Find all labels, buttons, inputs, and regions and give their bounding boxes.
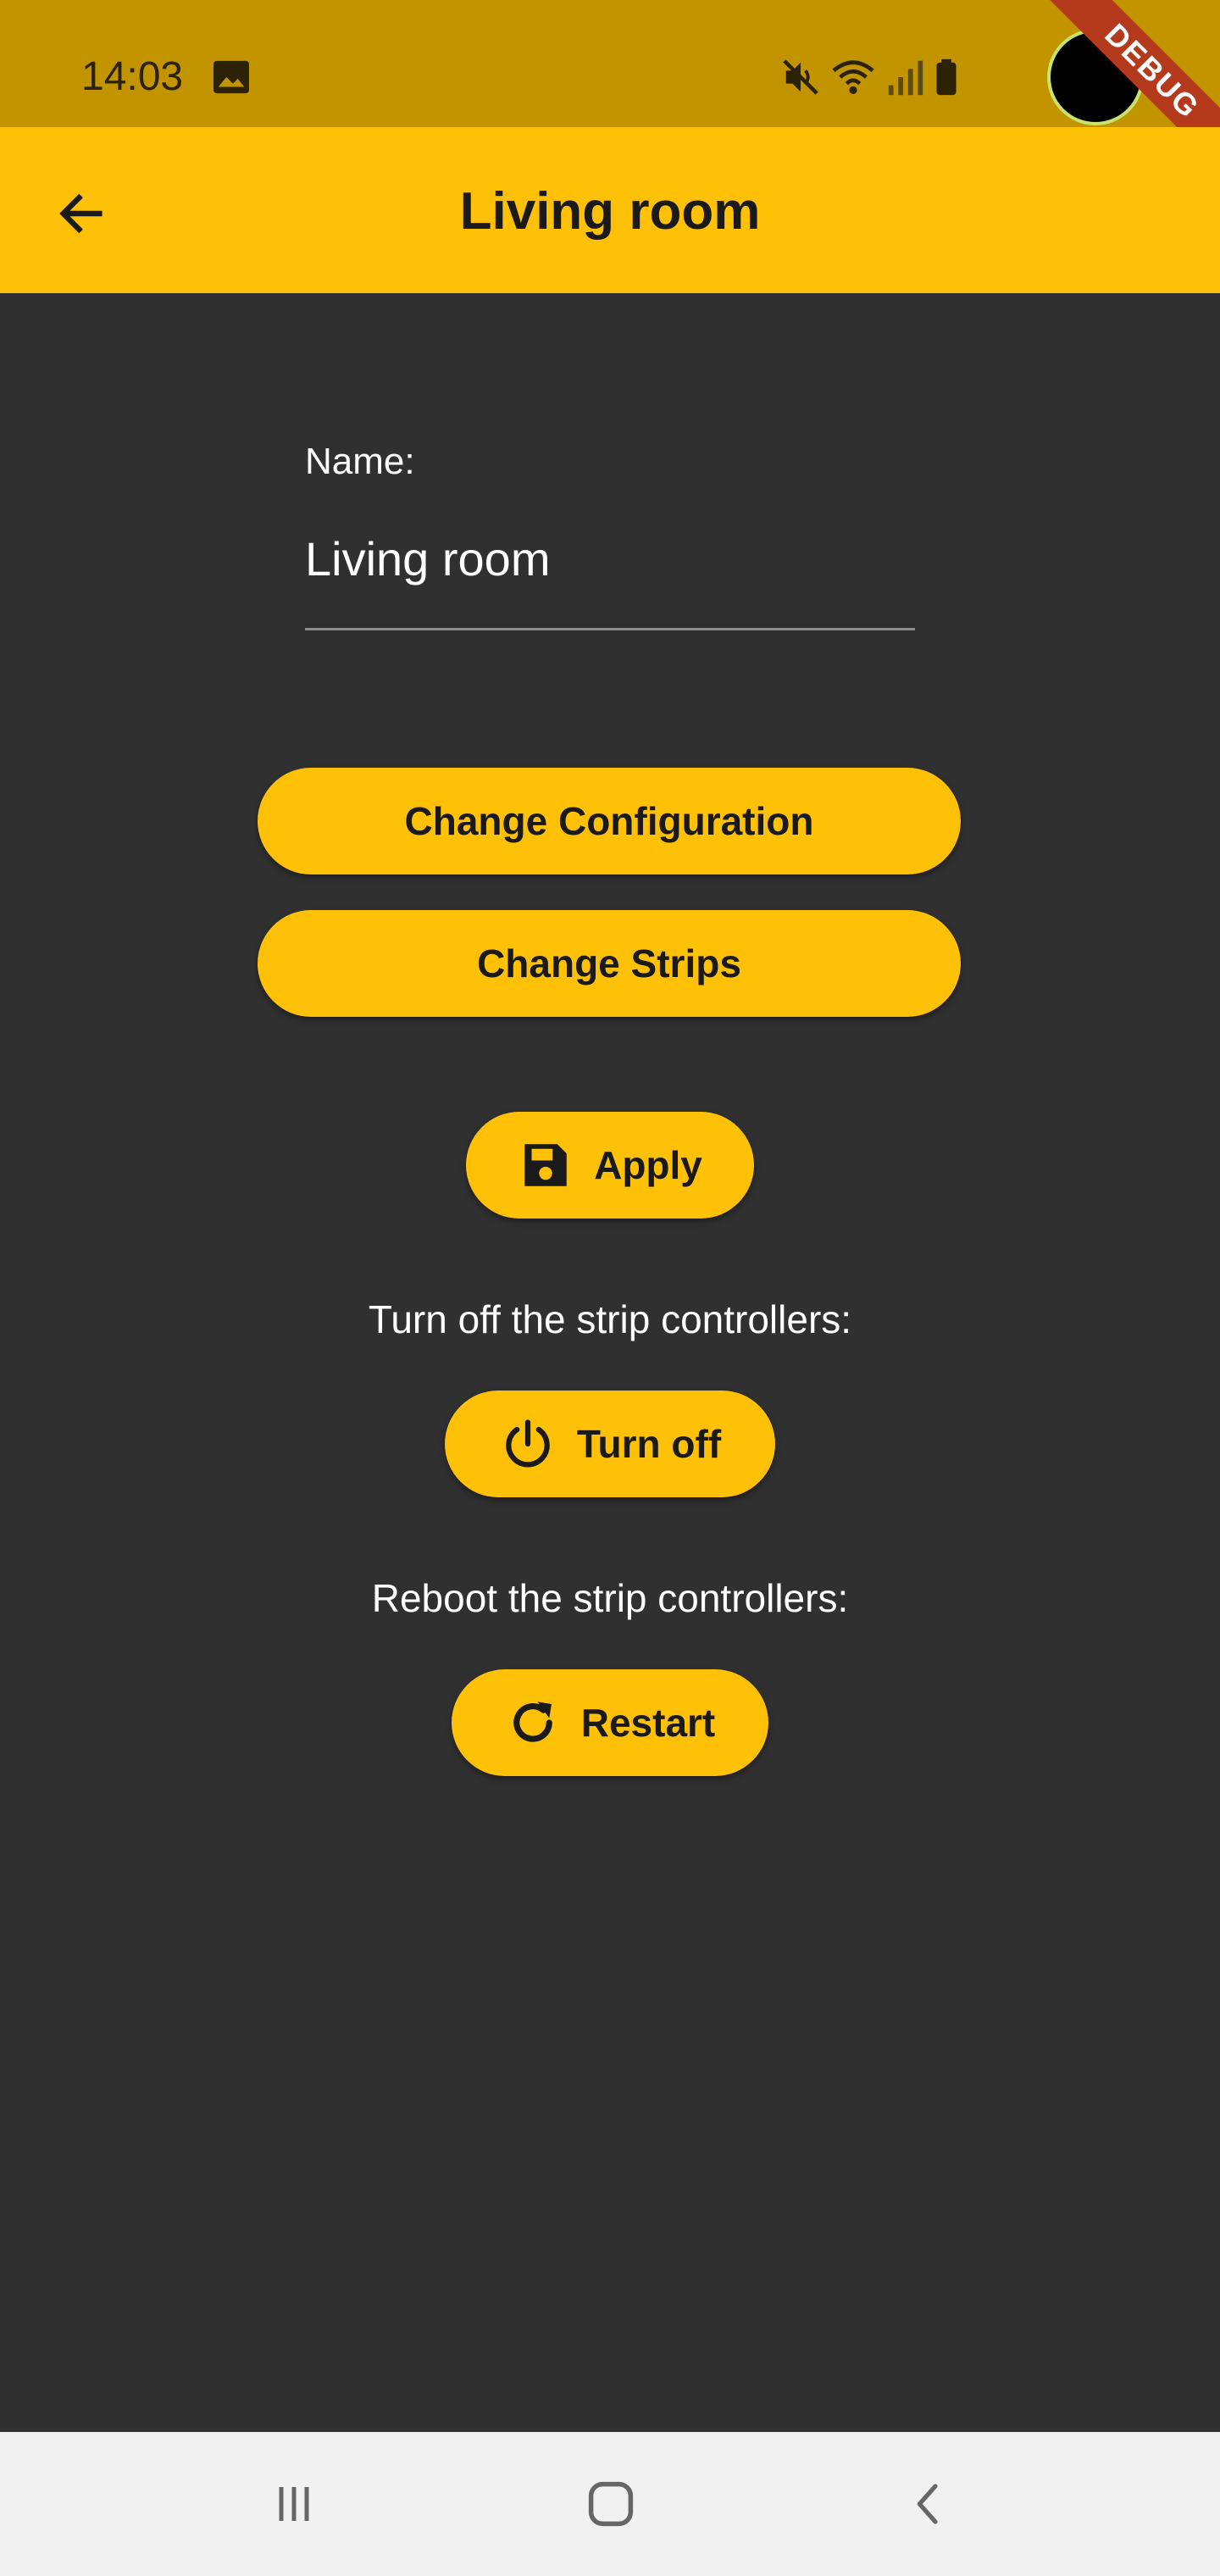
wifi-icon	[832, 60, 874, 94]
page-title: Living room	[459, 182, 761, 241]
turn-off-button[interactable]: Turn off	[445, 1391, 775, 1497]
app-bar: Living room	[0, 127, 1220, 293]
nav-back-button[interactable]	[891, 2466, 968, 2542]
save-icon	[518, 1137, 574, 1193]
change-configuration-button[interactable]: Change Configuration	[258, 768, 961, 874]
system-nav-bar	[0, 2432, 1220, 2576]
apply-label: Apply	[594, 1143, 702, 1187]
back-icon	[917, 2484, 938, 2524]
recent-apps-button[interactable]	[256, 2466, 332, 2542]
change-strips-label: Change Strips	[477, 941, 741, 985]
reboot-caption: Reboot the strip controllers:	[371, 1576, 849, 1620]
power-icon	[499, 1415, 557, 1473]
status-icons	[781, 56, 959, 98]
mute-icon	[783, 59, 818, 95]
change-strips-button[interactable]: Change Strips	[258, 910, 961, 1017]
name-label: Name:	[305, 441, 415, 482]
status-bar: 14:03 DEBUG	[0, 0, 1220, 183]
status-time: 14:03	[81, 54, 184, 99]
turn-off-caption: Turn off the strip controllers:	[368, 1297, 852, 1341]
refresh-icon	[505, 1695, 561, 1751]
name-field[interactable]: Living room	[305, 525, 915, 630]
signal-icon	[888, 60, 923, 96]
battery-icon	[936, 58, 957, 96]
image-icon	[214, 60, 249, 94]
change-configuration-label: Change Configuration	[404, 799, 814, 843]
home-icon	[588, 2481, 634, 2527]
turn-off-label: Turn off	[576, 1422, 722, 1466]
recent-apps-icon	[279, 2487, 309, 2521]
restart-button[interactable]: Restart	[452, 1669, 768, 1776]
restart-label: Restart	[580, 1701, 716, 1745]
apply-button[interactable]: Apply	[466, 1112, 754, 1219]
home-button[interactable]	[573, 2466, 649, 2542]
